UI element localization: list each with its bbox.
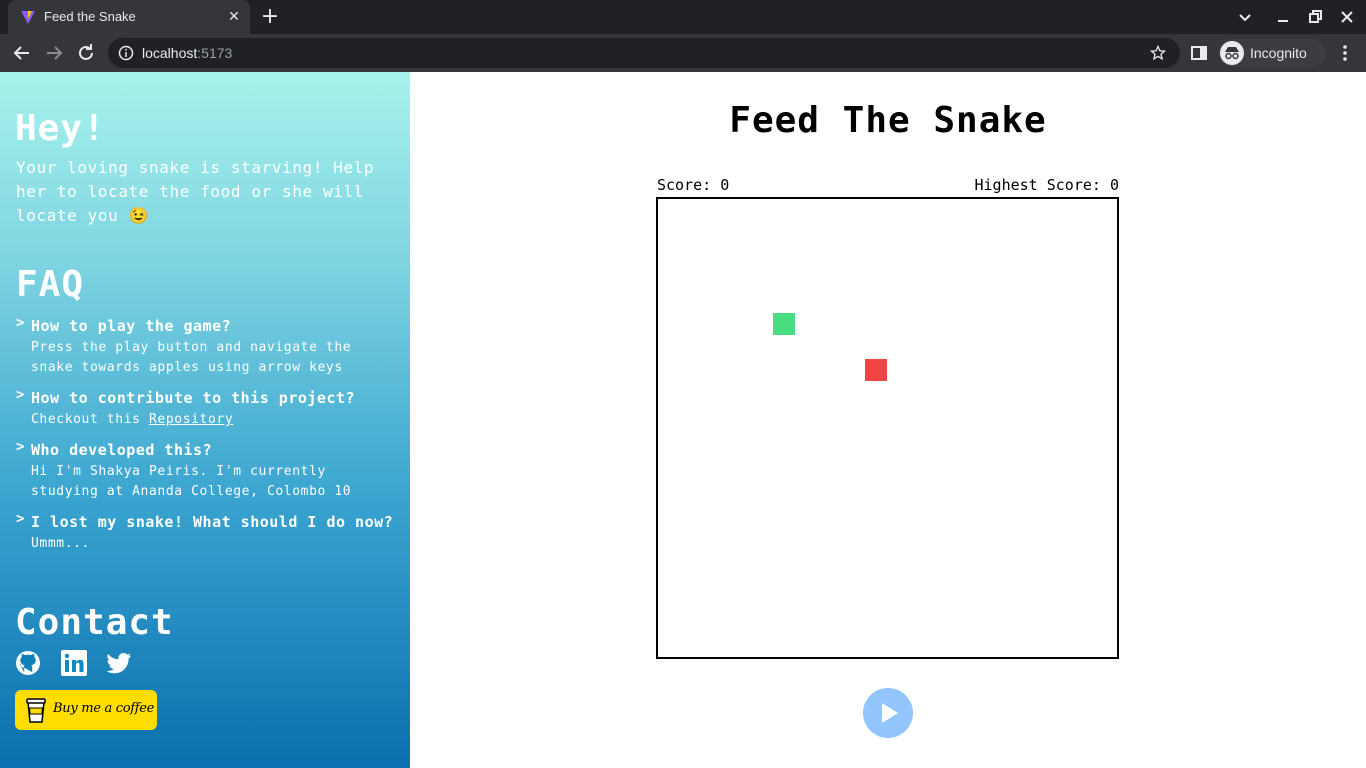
linkedin-icon[interactable] bbox=[61, 650, 87, 676]
greeting-heading: Hey! bbox=[15, 108, 106, 149]
coffee-cup-icon bbox=[26, 698, 46, 723]
forward-icon[interactable] bbox=[42, 41, 66, 65]
info-sidebar: Hey! Your loving snake is starving! Help… bbox=[0, 72, 410, 768]
site-info-icon[interactable] bbox=[118, 45, 134, 61]
github-icon[interactable] bbox=[15, 650, 41, 676]
url-port: :5173 bbox=[197, 45, 233, 61]
faq-answer: Ummm... bbox=[31, 536, 90, 551]
play-button[interactable] bbox=[863, 688, 913, 738]
score-bar: Score: 0 Highest Score: 0 bbox=[657, 176, 1119, 196]
tab-close-icon[interactable]: ✕ bbox=[226, 9, 242, 25]
snake-head bbox=[773, 313, 795, 335]
browser-tab[interactable]: Feed the Snake ✕ bbox=[8, 0, 250, 34]
coffee-label: Buy me a coffee bbox=[53, 701, 155, 716]
browser-titlebar: Feed the Snake ✕ + bbox=[0, 0, 1366, 34]
faq-item: > How to contribute to this project? Che… bbox=[16, 386, 396, 430]
url-text: localhost:5173 bbox=[142, 45, 232, 61]
new-tab-icon[interactable]: + bbox=[258, 6, 282, 28]
play-icon bbox=[882, 703, 898, 723]
faq-question[interactable]: How to play the game? bbox=[31, 314, 396, 338]
incognito-profile-button[interactable]: Incognito bbox=[1218, 39, 1326, 67]
highest-score-label: Highest Score: 0 bbox=[974, 176, 1120, 194]
incognito-icon bbox=[1220, 41, 1244, 65]
tab-title: Feed the Snake bbox=[44, 9, 136, 24]
faq-answer: Press the play button and navigate the s… bbox=[31, 340, 352, 375]
vite-favicon-icon bbox=[21, 11, 35, 24]
faq-item: > Who developed this? Hi I'm Shakya Peir… bbox=[16, 438, 396, 502]
intro-text: Your loving snake is starving! Help her … bbox=[16, 158, 375, 225]
repository-link[interactable]: Repository bbox=[149, 412, 233, 427]
faq-answer: Hi I'm Shakya Peiris. I'm currently stud… bbox=[31, 464, 352, 499]
twitter-icon[interactable] bbox=[106, 650, 132, 676]
restore-icon[interactable] bbox=[1305, 7, 1325, 27]
chevron-right-icon: > bbox=[16, 511, 25, 527]
chevron-right-icon: > bbox=[16, 439, 25, 455]
page-title: Feed The Snake bbox=[729, 100, 1047, 141]
buy-me-a-coffee-button[interactable]: Buy me a coffee bbox=[15, 690, 157, 730]
game-area: Feed The Snake Score: 0 Highest Score: 0 bbox=[410, 72, 1366, 768]
url-host: localhost bbox=[142, 45, 198, 61]
reload-icon[interactable] bbox=[74, 41, 98, 65]
faq-answer-text: Checkout this bbox=[31, 412, 149, 427]
faq-list: > How to play the game? Press the play b… bbox=[16, 314, 396, 562]
faq-question[interactable]: I lost my snake! What should I do now? bbox=[31, 510, 396, 534]
minimize-icon[interactable] bbox=[1273, 7, 1293, 27]
faq-question[interactable]: Who developed this? bbox=[31, 438, 396, 462]
chevron-right-icon: > bbox=[16, 315, 25, 331]
more-menu-icon[interactable] bbox=[1336, 43, 1354, 63]
chevron-right-icon: > bbox=[16, 387, 25, 403]
food-apple bbox=[865, 359, 887, 381]
back-icon[interactable] bbox=[10, 41, 34, 65]
faq-item: > How to play the game? Press the play b… bbox=[16, 314, 396, 378]
tab-search-icon[interactable] bbox=[1235, 7, 1255, 27]
close-window-icon[interactable] bbox=[1337, 7, 1357, 27]
contact-heading: Contact bbox=[15, 602, 174, 643]
faq-question[interactable]: How to contribute to this project? bbox=[31, 386, 396, 410]
bookmark-star-icon[interactable] bbox=[1150, 45, 1166, 61]
faq-heading: FAQ bbox=[16, 264, 85, 305]
game-board[interactable] bbox=[656, 197, 1119, 659]
faq-item: > I lost my snake! What should I do now?… bbox=[16, 510, 396, 554]
address-bar[interactable]: localhost:5173 bbox=[108, 38, 1180, 68]
incognito-label: Incognito bbox=[1250, 45, 1307, 61]
browser-toolbar: localhost:5173 Incognito bbox=[0, 34, 1366, 72]
side-panel-icon[interactable] bbox=[1190, 44, 1208, 62]
faq-answer: Checkout this Repository bbox=[31, 410, 396, 430]
score-label: Score: 0 bbox=[657, 176, 730, 194]
